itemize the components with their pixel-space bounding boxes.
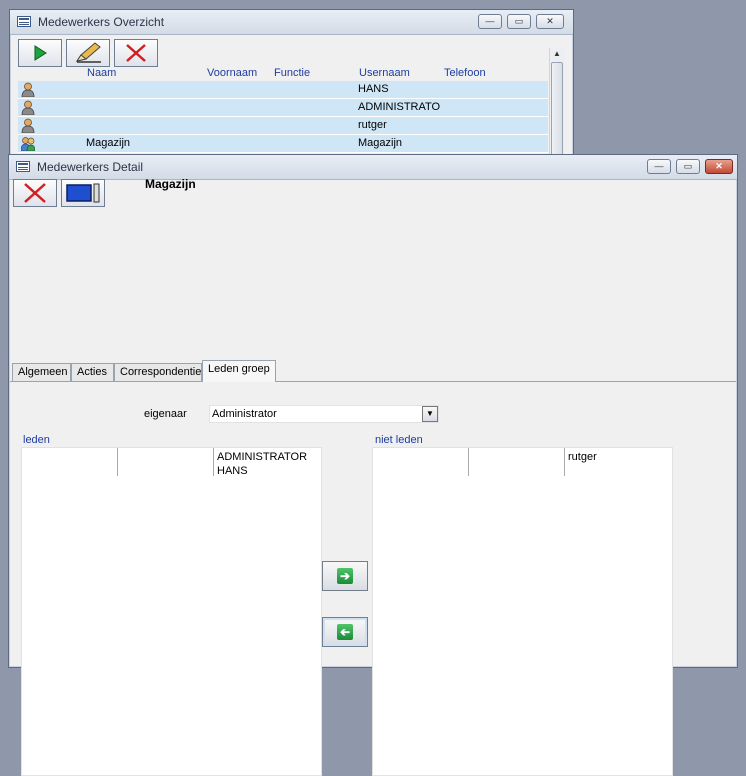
non-members-list[interactable]: rutger — [372, 447, 673, 776]
detail-titlebar[interactable]: Medewerkers Detail — ▭ ✕ — [9, 155, 737, 180]
tab-correspondentie[interactable]: Correspondentie — [114, 363, 202, 381]
column-divider — [564, 448, 565, 476]
detail-title: Medewerkers Detail — [37, 160, 144, 174]
arrow-right-icon: ➔ — [337, 568, 353, 584]
close-button[interactable]: ✕ — [536, 14, 564, 29]
col-usernaam[interactable]: Usernaam — [359, 67, 410, 79]
cell-usernaam: Magazijn — [358, 137, 403, 149]
maximize-button[interactable]: ▭ — [507, 14, 531, 29]
maximize-button[interactable]: ▭ — [676, 159, 700, 174]
column-divider — [117, 448, 118, 476]
leden-groep-panel: eigenaar Administrator ▼ leden niet lede… — [10, 381, 736, 776]
vertical-scrollbar[interactable]: ▲ — [549, 48, 565, 172]
add-member-button[interactable]: ➔ — [322, 561, 368, 591]
delete-icon — [24, 183, 46, 203]
arrow-left-icon: ➔ — [337, 624, 353, 640]
cell-naam: Magazijn — [86, 137, 131, 149]
list-item[interactable]: rutger — [568, 451, 597, 463]
scroll-up-icon[interactable]: ▲ — [553, 49, 561, 58]
column-divider — [213, 448, 214, 476]
table-row[interactable]: rutger — [18, 117, 548, 135]
delete-icon — [126, 44, 146, 62]
table-row[interactable]: Magazijn Magazijn — [18, 135, 548, 153]
detail-window: Medewerkers Detail — ▭ ✕ Magazijn Algeme… — [8, 154, 738, 776]
col-telefoon[interactable]: Telefoon — [444, 67, 486, 79]
column-divider — [468, 448, 469, 476]
delete-button[interactable] — [114, 39, 158, 67]
col-naam[interactable]: Naam — [87, 67, 116, 79]
form-icon — [17, 16, 31, 27]
delete-button[interactable] — [13, 179, 57, 207]
tab-algemeen[interactable]: Algemeen — [12, 363, 71, 381]
table-row[interactable]: HANS — [18, 81, 548, 99]
col-functie[interactable]: Functie — [274, 67, 310, 79]
close-button[interactable]: ✕ — [705, 159, 733, 174]
overview-title: Medewerkers Overzicht — [38, 15, 165, 29]
form-icon — [16, 161, 30, 172]
overview-window: Medewerkers Overzicht — ▭ ✕ Naam Voornaa… — [9, 9, 574, 172]
owner-select[interactable]: Administrator ▼ — [209, 405, 439, 423]
cell-usernaam: HANS — [358, 83, 389, 95]
save-button[interactable] — [61, 179, 105, 207]
minimize-button[interactable]: — — [647, 159, 671, 174]
play-icon — [34, 45, 47, 61]
list-item[interactable]: ADMINISTRATOR — [217, 451, 307, 463]
minimize-button[interactable]: — — [478, 14, 502, 29]
edit-button[interactable] — [66, 39, 110, 67]
pencil-icon — [75, 42, 101, 63]
record-name: Magazijn — [145, 177, 196, 191]
table-row[interactable]: ADMINISTRATO — [18, 99, 548, 117]
tab-leden-groep[interactable]: Leden groep — [202, 360, 276, 382]
list-item[interactable]: HANS — [217, 465, 248, 477]
owner-value: Administrator — [212, 408, 277, 420]
monitor-icon — [66, 183, 100, 203]
cell-usernaam: ADMINISTRATO — [358, 101, 441, 113]
user-icon — [21, 118, 35, 133]
members-label: leden — [23, 434, 50, 446]
group-icon — [21, 137, 35, 151]
chevron-down-icon: ▼ — [426, 409, 434, 418]
dropdown-button[interactable]: ▼ — [422, 406, 438, 422]
overview-titlebar[interactable]: Medewerkers Overzicht — ▭ ✕ — [10, 10, 573, 35]
remove-member-button[interactable]: ➔ — [322, 617, 368, 647]
owner-label: eigenaar — [144, 408, 187, 420]
non-members-label: niet leden — [375, 434, 423, 446]
open-button[interactable] — [18, 39, 62, 67]
user-icon — [21, 82, 35, 97]
tab-acties[interactable]: Acties — [71, 363, 114, 381]
user-icon — [21, 100, 35, 115]
members-list[interactable]: ADMINISTRATOR HANS — [21, 447, 322, 776]
col-voornaam[interactable]: Voornaam — [207, 67, 257, 79]
cell-usernaam: rutger — [358, 119, 387, 131]
